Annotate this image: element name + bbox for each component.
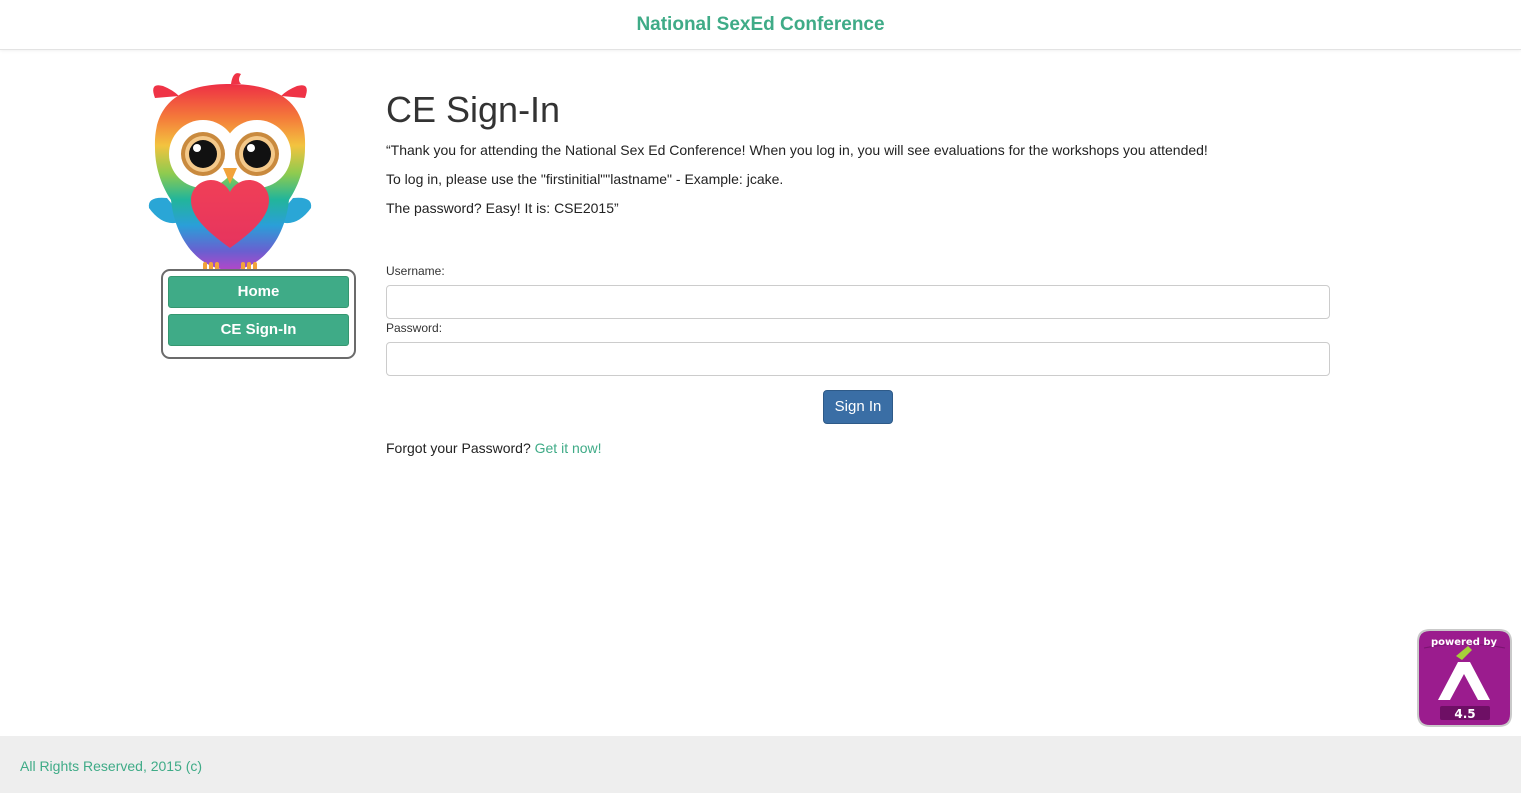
intro-line: To log in, please use the "firstinitial"… — [386, 171, 784, 187]
sidebar-nav: Home CE Sign-In — [161, 269, 356, 359]
nav-ce-sign-in-button[interactable]: CE Sign-In — [168, 314, 349, 346]
site-title: National SexEd Conference — [636, 14, 885, 35]
intro-text: “Thank you for attending the National Se… — [386, 141, 1330, 217]
username-field[interactable] — [386, 285, 1330, 319]
password-field[interactable] — [386, 342, 1330, 376]
sign-in-button[interactable]: Sign In — [823, 390, 893, 424]
intro-line: “Thank you for attending the National Se… — [386, 142, 1208, 158]
intro-line: The password? Easy! It is: CSE2015” — [386, 200, 619, 216]
page-title: CE Sign-In — [386, 89, 561, 130]
top-bar: National SexEd Conference — [0, 0, 1521, 50]
password-label: Password: — [386, 321, 443, 335]
nav-home-button[interactable]: Home — [168, 276, 349, 308]
badge-top-text: powered by — [1431, 637, 1498, 648]
powered-by-badge-icon[interactable]: powered by 4.5 — [1416, 628, 1513, 728]
owl-logo-icon — [148, 73, 312, 272]
username-label: Username: — [386, 264, 445, 278]
forgot-password-text: Forgot your Password? — [386, 440, 535, 456]
sign-in-form: Username: Password: Sign In Forgot your … — [386, 264, 1330, 456]
forgot-password: Forgot your Password? Get it now! — [386, 440, 602, 456]
main-content: CE Sign-In “Thank you for attending the … — [386, 88, 1330, 456]
footer: All Rights Reserved, 2015 (c) — [0, 736, 1521, 793]
footer-copyright: All Rights Reserved, 2015 (c) — [20, 758, 203, 774]
badge-version: 4.5 — [1454, 707, 1475, 721]
get-it-now-link[interactable]: Get it now! — [535, 440, 602, 456]
